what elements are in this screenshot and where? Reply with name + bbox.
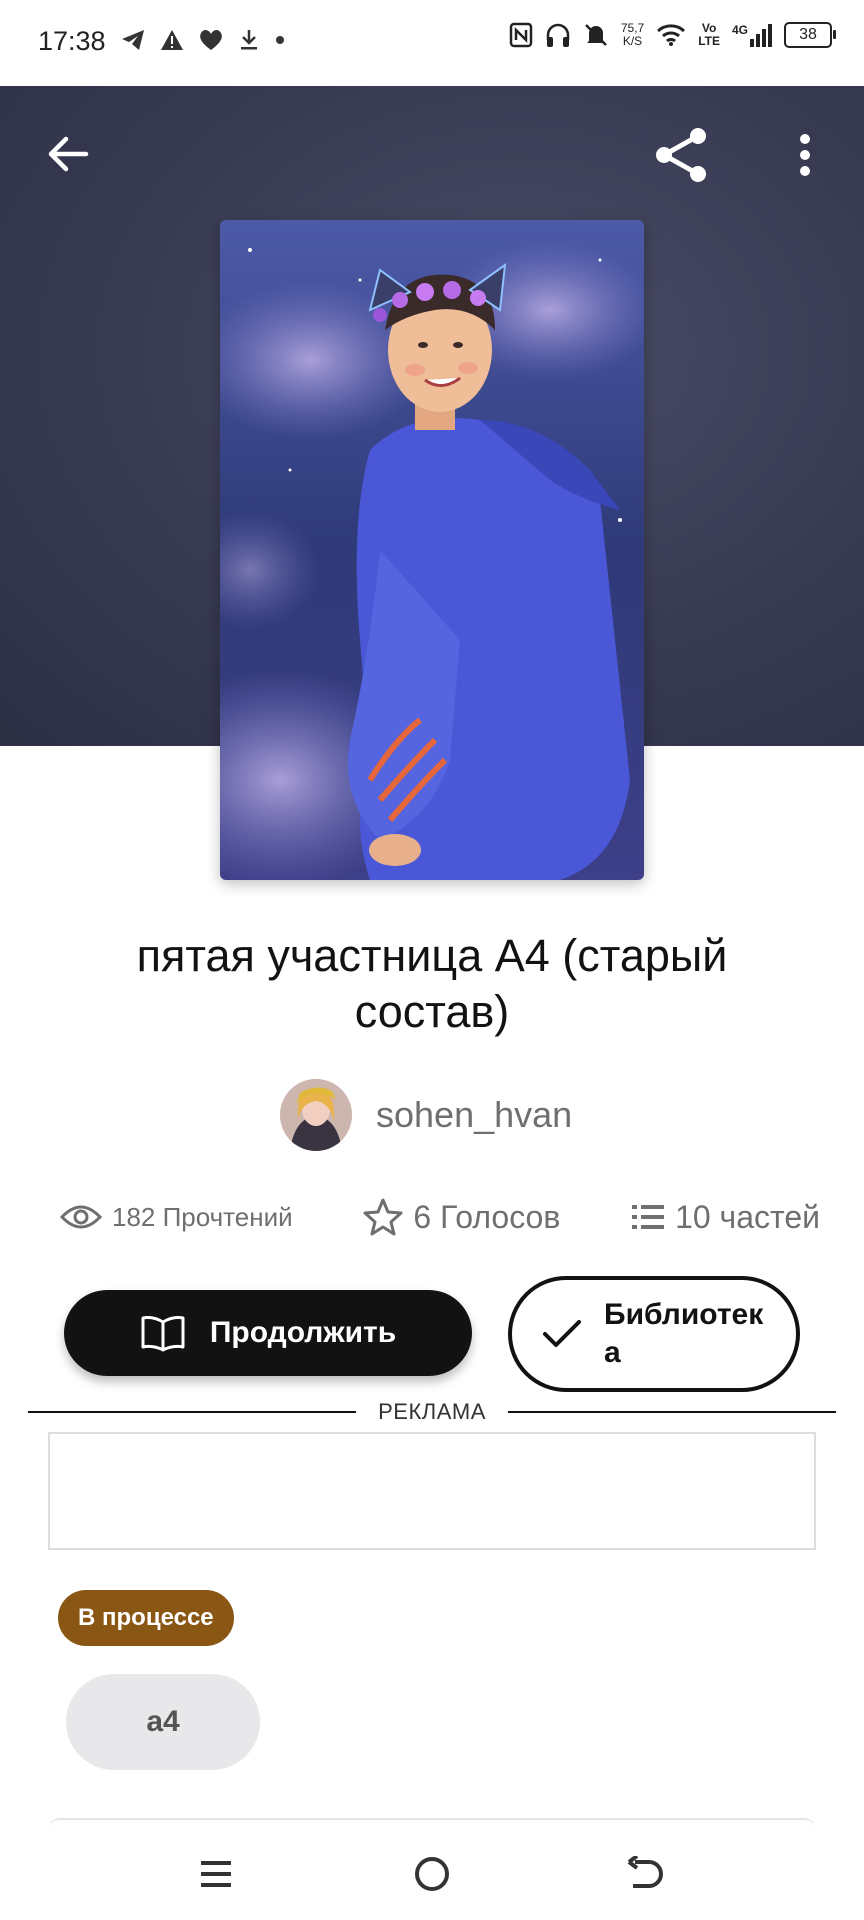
- check-icon: [543, 1320, 581, 1347]
- star-icon: [363, 1198, 403, 1236]
- notification-icons: [120, 28, 286, 52]
- home-button[interactable]: [402, 1844, 462, 1904]
- author-link[interactable]: sohen_hvan: [280, 1078, 572, 1152]
- network-type: 4G: [731, 22, 748, 37]
- network-speed: 75,7 K/S: [621, 22, 644, 48]
- reads-count: 182 Прочтений: [112, 1201, 293, 1232]
- book-icon: [141, 1316, 185, 1352]
- more-vertical-icon: [800, 134, 810, 176]
- list-icon: [632, 1205, 665, 1229]
- status-badge: В процессе: [58, 1590, 234, 1646]
- library-button[interactable]: Библиотека: [508, 1276, 800, 1392]
- story-stats: 182 Прочтений 6 Голосов 10 частей: [60, 1190, 820, 1244]
- status-time: 17:38: [38, 26, 106, 56]
- headphones-icon: [546, 23, 570, 47]
- parts-count: 10 частей: [675, 1198, 820, 1235]
- continue-reading-button[interactable]: Продолжить: [64, 1290, 472, 1376]
- system-back-button[interactable]: [616, 1844, 676, 1904]
- reads-stat: 182 Прочтений: [60, 1202, 293, 1233]
- more-options-button[interactable]: [780, 120, 830, 190]
- share-button[interactable]: [646, 120, 716, 190]
- battery-level: 38: [799, 26, 817, 43]
- mute-icon: [584, 24, 607, 46]
- ad-label: РЕКЛАМА: [378, 1399, 486, 1424]
- warning-icon: [161, 30, 183, 50]
- download-icon: [241, 30, 257, 50]
- wifi-icon: [657, 24, 686, 46]
- system-navigation-bar: [0, 1828, 864, 1920]
- signal-icon: 4G: [731, 22, 772, 47]
- parts-stat[interactable]: 10 частей: [631, 1199, 820, 1236]
- library-label: Библиотека: [604, 1298, 764, 1369]
- votes-stat: 6 Голосов: [363, 1198, 560, 1236]
- share-icon: [656, 128, 706, 182]
- eye-icon: [60, 1205, 102, 1229]
- volte-indicator: Vo LTE: [698, 22, 720, 48]
- back-button[interactable]: [36, 122, 100, 186]
- ad-banner[interactable]: [48, 1432, 816, 1550]
- menu-icon: [201, 1861, 231, 1887]
- heart-app-icon: [200, 30, 222, 50]
- back-arrow-icon: [627, 1856, 663, 1888]
- cover-artwork: [220, 220, 644, 880]
- volte-bottom: LTE: [698, 34, 720, 48]
- divider-line: [507, 1411, 836, 1413]
- story-title: пятая участница А4 (старый состав): [136, 930, 728, 1037]
- ad-divider: РЕКЛАМА: [28, 1398, 836, 1426]
- speed-unit: K/S: [622, 34, 643, 48]
- arrow-left-icon: [48, 136, 89, 172]
- divider-line: [28, 1411, 357, 1413]
- telegram-icon: [122, 30, 144, 50]
- tag-chip[interactable]: а4: [66, 1674, 260, 1770]
- story-cover-image[interactable]: [220, 220, 644, 880]
- battery-icon: 38: [784, 22, 836, 48]
- recent-apps-button[interactable]: [186, 1844, 246, 1904]
- system-icons: 75,7 K/S Vo LTE 4G 38: [509, 22, 836, 48]
- continue-label: Продолжить: [209, 1316, 397, 1349]
- circle-icon: [415, 1857, 449, 1891]
- dot-icon: [276, 36, 284, 44]
- votes-count: 6 Голосов: [413, 1198, 561, 1235]
- avatar: [280, 1079, 352, 1151]
- author-name: sohen_hvan: [376, 1094, 573, 1135]
- status-bar: 17:38 75,7 K/S Vo LTE 4G 38: [0, 0, 864, 86]
- nfc-icon: [509, 22, 533, 48]
